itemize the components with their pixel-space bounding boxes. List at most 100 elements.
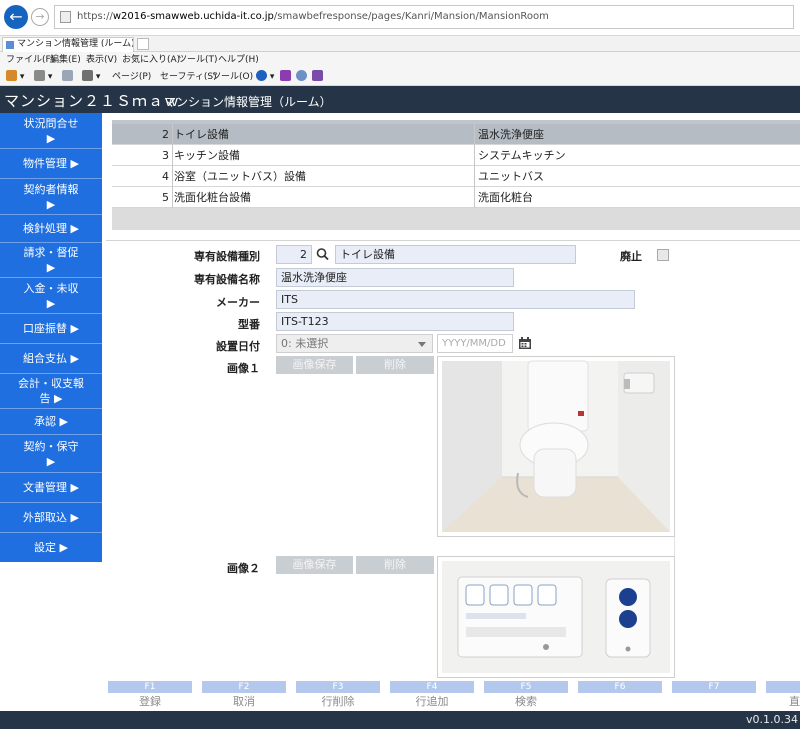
image1-delete-button[interactable]: 削除 — [356, 356, 434, 374]
row-number: 5 — [162, 191, 169, 204]
image2-save-button[interactable]: 画像保存 — [276, 556, 353, 574]
menu-file[interactable]: ファイル(F) — [6, 52, 54, 68]
fkey-label: 直 — [789, 695, 800, 708]
sidebar-item-contractor[interactable]: 契約者情報 ▶ — [0, 179, 102, 215]
menu-edit[interactable]: 編集(E) — [50, 52, 81, 68]
sidebar-item-meter[interactable]: 検針処理 ▶ — [0, 215, 102, 243]
sidebar-item-accounting[interactable]: 会計・収支報告 ▶ — [0, 374, 102, 409]
sidebar-item-label: 外部取込 ▶ — [23, 511, 79, 524]
settings-gear-icon[interactable] — [296, 68, 307, 86]
equipment-name-input[interactable]: 温水洗浄便座 — [276, 268, 514, 287]
sidebar-item-property[interactable]: 物件管理 ▶ — [0, 149, 102, 179]
fkey-label: 行追加 — [415, 695, 449, 708]
f5-search-button[interactable]: F5 検索 — [484, 681, 568, 710]
menu-tools[interactable]: ツール(T) — [178, 52, 218, 68]
fkey-label: 取消 — [233, 695, 255, 708]
sidebar-item-label: 組合支払 ▶ — [23, 352, 79, 365]
model-label: 型番 — [238, 318, 260, 331]
sidebar-item-import[interactable]: 外部取込 ▶ — [0, 503, 102, 533]
app-header: マンション２１Ｓｍａｗ マンション情報管理（ルーム） — [0, 86, 800, 113]
address-bar[interactable]: https://w2016-smawweb.uchida-it.co.jp/sm… — [54, 5, 794, 29]
sidebar: 状況問合せ ▶ 物件管理 ▶ 契約者情報 ▶ 検針処理 ▶ 請求・督促 ▶ 入金… — [0, 113, 102, 562]
f3-delete-row-button[interactable]: F3 行削除 — [296, 681, 380, 710]
function-key-bar: F1 登録 F2 取消 F3 行削除 F4 行追加 F5 検索 F6 F7 直 — [102, 681, 800, 711]
tools-menu[interactable]: ツール(O) — [212, 68, 253, 86]
install-date-input[interactable]: YYYY/MM/DD — [437, 334, 513, 353]
f7-button[interactable]: F7 — [672, 681, 756, 693]
table-row[interactable]: 4 浴室（ユニットバス）設備 ユニットバス — [112, 166, 800, 187]
sidebar-item-label: 契約・保守 ▶ — [23, 439, 79, 468]
image2-delete-button[interactable]: 削除 — [356, 556, 434, 574]
f8-button[interactable]: 直 — [766, 681, 800, 710]
app-title: マンション２１Ｓｍａｗ — [4, 92, 181, 110]
url-host: w2016-smawweb.uchida-it.co.jp — [112, 11, 274, 22]
new-tab-icon[interactable] — [137, 38, 149, 50]
help-icon[interactable]: ▾ — [256, 68, 274, 86]
f6-button[interactable]: F6 — [578, 681, 662, 693]
fkey-number: F3 — [296, 681, 380, 693]
fkey-label: 登録 — [139, 695, 161, 708]
safety-menu[interactable]: セーフティ(S) — [160, 68, 217, 86]
sidebar-item-billing[interactable]: 請求・督促 ▶ — [0, 243, 102, 278]
sidebar-item-approval[interactable]: 承認 ▶ — [0, 409, 102, 435]
chevron-down-icon — [418, 342, 426, 347]
mail-icon[interactable] — [62, 68, 73, 86]
row-equipment-type: キッチン設備 — [174, 149, 240, 162]
browser-tab[interactable]: マンション情報管理 (ルーム) ... — [2, 37, 134, 52]
maker-input[interactable]: ITS — [276, 290, 635, 309]
row-equipment-type: 浴室（ユニットバス）設備 — [174, 170, 306, 183]
equipment-type-label: 専有設備種別 — [194, 250, 260, 263]
sidebar-item-settings[interactable]: 設定 ▶ — [0, 533, 102, 562]
tab-strip: マンション情報管理 (ルーム) ... — [0, 36, 800, 52]
favicon-icon — [6, 41, 14, 49]
equipment-type-code-input[interactable]: 2 — [276, 245, 312, 264]
research-icon[interactable] — [280, 68, 291, 86]
model-input[interactable]: ITS-T123 — [276, 312, 514, 331]
calendar-icon[interactable] — [516, 335, 534, 352]
f1-register-button[interactable]: F1 登録 — [108, 681, 192, 710]
image1-frame — [437, 356, 675, 537]
forward-arrow-icon[interactable]: → — [31, 8, 49, 26]
table-row[interactable]: 3 キッチン設備 システムキッチン — [112, 145, 800, 166]
fkey-number: F5 — [484, 681, 568, 693]
search-icon[interactable] — [314, 245, 332, 264]
toilet-photo — [442, 360, 670, 532]
install-date-select[interactable]: 0: 未選択 — [276, 334, 433, 353]
sidebar-item-union-payment[interactable]: 組合支払 ▶ — [0, 344, 102, 374]
url-path: /smawbefresponse/pages/Kanri/Mansion/Man… — [273, 11, 549, 22]
sidebar-item-contract[interactable]: 契約・保守 ▶ — [0, 435, 102, 473]
abolish-label: 廃止 — [620, 250, 642, 263]
menu-help[interactable]: ヘルプ(H) — [218, 52, 259, 68]
home-icon[interactable]: ▾ — [6, 68, 24, 86]
feeds-icon[interactable]: ▾ — [34, 68, 52, 86]
back-arrow-icon[interactable]: ← — [4, 5, 28, 29]
f4-add-row-button[interactable]: F4 行追加 — [390, 681, 474, 710]
f2-cancel-button[interactable]: F2 取消 — [202, 681, 286, 710]
sidebar-item-label: 口座振替 ▶ — [23, 322, 79, 335]
equipment-table: 2 トイレ設備 温水洗浄便座 3 キッチン設備 システムキッチン 4 浴室（ユニ… — [112, 120, 800, 230]
sidebar-item-label: 文書管理 ▶ — [23, 481, 79, 494]
sidebar-item-transfer[interactable]: 口座振替 ▶ — [0, 314, 102, 344]
sidebar-item-status-inquiry[interactable]: 状況問合せ ▶ — [0, 113, 102, 149]
row-number: 2 — [162, 128, 169, 141]
fkey-number: F7 — [672, 681, 756, 693]
maker-label: メーカー — [216, 296, 260, 309]
page-menu[interactable]: ページ(P) — [112, 68, 151, 86]
table-footer — [112, 208, 800, 230]
status-bar: v0.1.0.34 — [0, 711, 800, 729]
row-equipment-type: 洗面化粧台設備 — [174, 191, 251, 204]
install-date-label: 設置日付 — [216, 340, 260, 353]
sidebar-item-documents[interactable]: 文書管理 ▶ — [0, 473, 102, 503]
print-icon[interactable]: ▾ — [82, 68, 100, 86]
image2-frame — [437, 556, 675, 678]
sidebar-item-payment[interactable]: 入金・未収 ▶ — [0, 278, 102, 314]
addon-icon[interactable] — [312, 68, 323, 86]
image1-save-button[interactable]: 画像保存 — [276, 356, 353, 374]
menu-view[interactable]: 表示(V) — [86, 52, 117, 68]
table-row[interactable]: 2 トイレ設備 温水洗浄便座 — [112, 124, 800, 145]
row-equipment-name: 温水洗浄便座 — [478, 128, 544, 141]
table-row[interactable]: 5 洗面化粧台設備 洗面化粧台 — [112, 187, 800, 208]
menu-favorites[interactable]: お気に入り(A) — [122, 52, 180, 68]
abolish-checkbox[interactable] — [657, 249, 669, 261]
sidebar-item-label: 状況問合せ ▶ — [23, 116, 79, 145]
